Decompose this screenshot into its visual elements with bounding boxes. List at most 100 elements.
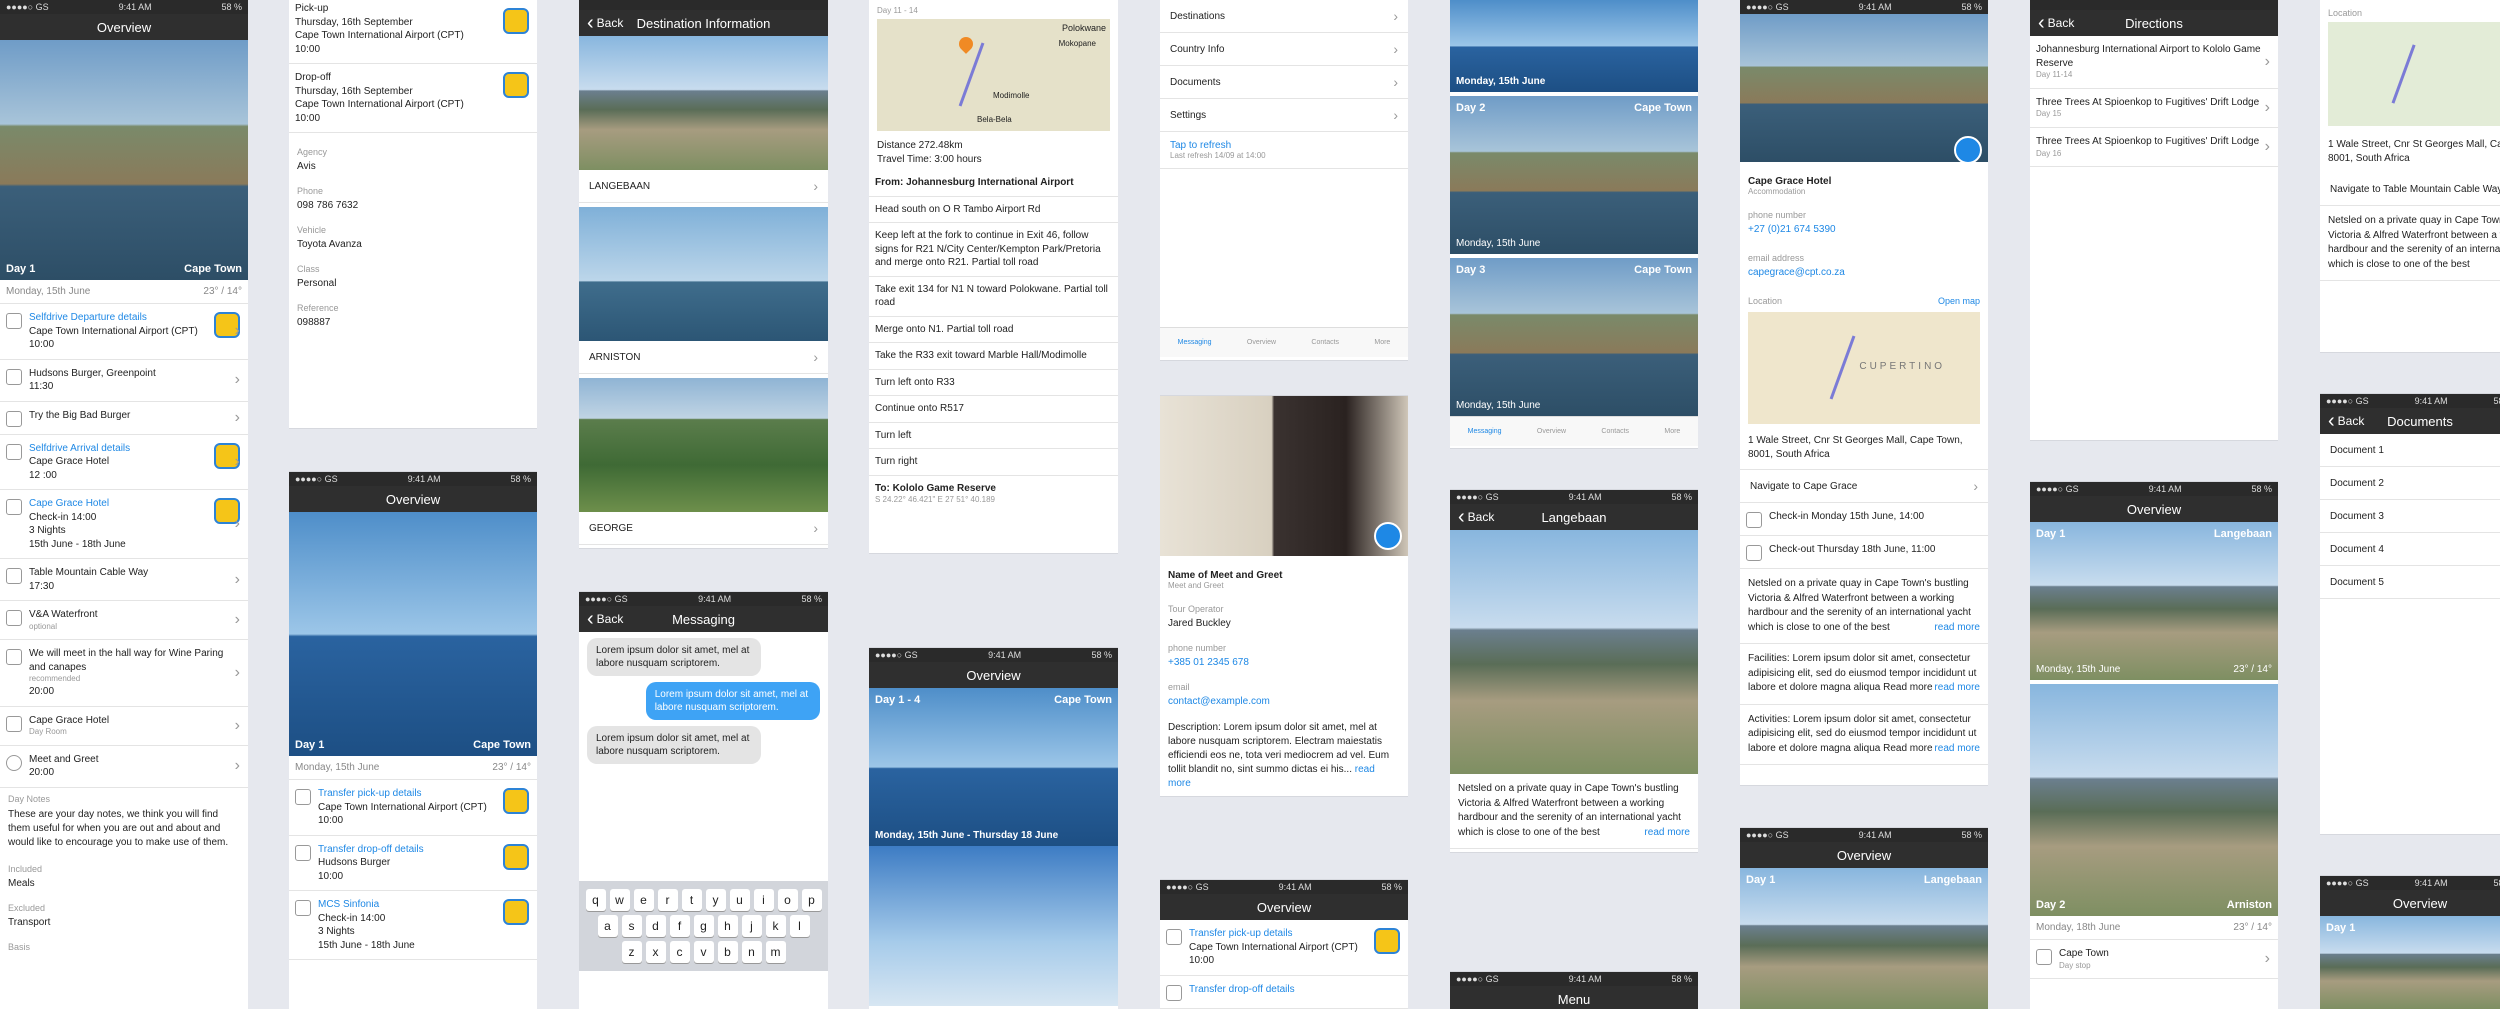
tab-messaging[interactable]: Messaging: [1468, 428, 1502, 435]
itinerary-row[interactable]: V&A Waterfront optional: [0, 601, 248, 641]
itinerary-row[interactable]: Selfdrive Departure details Cape Town Int…: [0, 304, 248, 360]
phone-value[interactable]: 098 786 7632: [297, 200, 529, 211]
itinerary-row[interactable]: Transfer drop-off details: [1160, 976, 1408, 1009]
keyboard-key[interactable]: d: [645, 915, 666, 937]
map-app-icon[interactable]: [503, 843, 529, 870]
keyboard-key[interactable]: c: [669, 941, 690, 963]
navigate-button[interactable]: Navigate to Cape Grace: [1740, 469, 1988, 503]
pickup-row[interactable]: Pick-up Thursday, 16th September Cape Town…: [289, 0, 537, 64]
keyboard-key[interactable]: p: [801, 889, 822, 911]
itinerary-row[interactable]: Selfdrive Arrival details Cape Grace Hote…: [0, 435, 248, 490]
map-app-icon[interactable]: [503, 72, 529, 98]
keyboard-key[interactable]: b: [717, 941, 738, 963]
email-value[interactable]: contact@example.com: [1168, 696, 1400, 707]
itinerary-row[interactable]: Cape Grace Hotel Day Room: [0, 707, 248, 746]
tab-contacts[interactable]: Contacts: [1311, 339, 1339, 346]
keyboard-key[interactable]: k: [765, 915, 786, 937]
tab-overview[interactable]: Overview: [1247, 339, 1276, 346]
map-app-icon[interactable]: [503, 8, 529, 34]
keyboard-key[interactable]: r: [657, 889, 678, 911]
keyboard-key[interactable]: f: [669, 915, 690, 937]
day-hero-image[interactable]: Day 1: [2320, 916, 2500, 1009]
back-button[interactable]: Back: [2328, 408, 2365, 434]
back-button[interactable]: Back: [2038, 10, 2075, 36]
day-hero-image[interactable]: Day 3 Cape Town Monday, 15th June: [1450, 258, 1698, 416]
itinerary-row[interactable]: Cape Grace Hotel Check-in 14:00 3 Nights 15…: [0, 490, 248, 559]
location-map[interactable]: [2328, 22, 2500, 126]
message-action-icon[interactable]: [1374, 522, 1402, 550]
destination-item[interactable]: ARNISTON: [579, 341, 828, 374]
map-app-icon[interactable]: [214, 498, 240, 524]
keyboard-key[interactable]: i: [753, 889, 774, 911]
day-hero-image[interactable]: Day 1 Cape Town: [0, 40, 248, 280]
itinerary-row[interactable]: We will meet in the hall way for Wine Pa…: [0, 640, 248, 707]
day-hero-image[interactable]: Day 1 Langebaan: [1740, 868, 1988, 1009]
map-app-icon[interactable]: [214, 442, 240, 469]
location-map[interactable]: CUPERTINO: [1748, 312, 1980, 424]
itinerary-row[interactable]: MCS Sinfonia Check-in 14:00 3 Nights 15th J…: [289, 891, 537, 960]
back-button[interactable]: Back: [587, 606, 624, 632]
day-hero-image[interactable]: Day 1 Cape Town: [289, 512, 537, 756]
keyboard-key[interactable]: u: [729, 889, 750, 911]
keyboard-key[interactable]: q: [585, 889, 606, 911]
phone-value[interactable]: +27 (0)21 674 5390: [1748, 224, 1980, 235]
map-app-icon[interactable]: [1374, 928, 1400, 954]
itinerary-row[interactable]: Try the Big Bad Burger: [0, 402, 248, 435]
tab-more[interactable]: More: [1664, 428, 1680, 435]
navigate-button[interactable]: Navigate to Table Mountain Cable Way: [2320, 173, 2500, 206]
direction-item[interactable]: Three Trees At Spioenkop to Fugitives' D…: [2030, 128, 2278, 168]
tab-contacts[interactable]: Contacts: [1601, 428, 1629, 435]
back-button[interactable]: Back: [587, 10, 624, 36]
day-hero-image[interactable]: Monday, 15th June: [1450, 0, 1698, 92]
menu-item-settings[interactable]: Settings: [1160, 99, 1408, 132]
map-app-icon[interactable]: [214, 312, 240, 338]
keyboard-key[interactable]: z: [621, 941, 642, 963]
keyboard-key[interactable]: h: [717, 915, 738, 937]
day-hero-image[interactable]: Day 2 Cape Town Monday, 15th June: [1450, 96, 1698, 254]
keyboard-key[interactable]: y: [705, 889, 726, 911]
day-hero-image[interactable]: [869, 846, 1118, 1006]
direction-item[interactable]: Three Trees At Spioenkop to Fugitives' D…: [2030, 89, 2278, 129]
open-map-link[interactable]: Open map: [1938, 296, 1980, 306]
dropoff-row[interactable]: Drop-off Thursday, 16th September Cape Tow…: [289, 64, 537, 133]
document-item[interactable]: Document 1: [2320, 434, 2500, 467]
map-app-icon[interactable]: [503, 788, 529, 814]
route-map[interactable]: Polokwane Mokopane Modimolle Bela-Bela: [877, 19, 1110, 131]
keyboard-key[interactable]: w: [609, 889, 630, 911]
destination-item[interactable]: LANGEBAAN: [579, 170, 828, 203]
tab-overview[interactable]: Overview: [1537, 428, 1566, 435]
phone-value[interactable]: +385 01 2345 678: [1168, 657, 1400, 668]
keyboard-key[interactable]: g: [693, 915, 714, 937]
itinerary-row[interactable]: Hudsons Burger, Greenpoint 11:30: [0, 360, 248, 402]
tab-messaging[interactable]: Messaging: [1178, 339, 1212, 346]
day-hero-image[interactable]: Day 2 Arniston: [2030, 684, 2278, 916]
itinerary-row[interactable]: Transfer drop-off details Hudsons Burger 1…: [289, 836, 537, 891]
keyboard-key[interactable]: m: [765, 941, 786, 963]
destination-image[interactable]: [579, 36, 828, 170]
itinerary-row[interactable]: Cape Town Day stop: [2030, 940, 2278, 980]
keyboard-key[interactable]: x: [645, 941, 666, 963]
keyboard-key[interactable]: e: [633, 889, 654, 911]
document-item[interactable]: Document 4: [2320, 533, 2500, 566]
destination-item[interactable]: GEORGE: [579, 512, 828, 545]
direction-item[interactable]: Johannesburg International Airport to Ko…: [2030, 36, 2278, 89]
itinerary-row[interactable]: Transfer pick-up details Cape Town Intern…: [1160, 920, 1408, 976]
itinerary-row[interactable]: Table Mountain Cable Way 17:30: [0, 559, 248, 601]
keyboard-key[interactable]: l: [789, 915, 810, 937]
read-more-link[interactable]: read more: [1934, 681, 1980, 696]
read-more-link[interactable]: read more: [1934, 621, 1980, 636]
document-item[interactable]: Document 3: [2320, 500, 2500, 533]
destination-image[interactable]: [579, 378, 828, 512]
email-value[interactable]: capegrace@cpt.co.za: [1748, 267, 1980, 278]
itinerary-row[interactable]: Transfer pick-up details Cape Town Intern…: [289, 780, 537, 836]
keyboard-key[interactable]: s: [621, 915, 642, 937]
document-item[interactable]: Document 2: [2320, 467, 2500, 500]
itinerary-row[interactable]: Meet and Greet 20:00: [0, 746, 248, 788]
keyboard-key[interactable]: v: [693, 941, 714, 963]
day-hero-image[interactable]: Day 1 Langebaan Monday, 15th June 23° / 14°: [2030, 522, 2278, 680]
keyboard-key[interactable]: j: [741, 915, 762, 937]
destination-image[interactable]: [579, 207, 828, 341]
day-hero-image[interactable]: Day 1 - 4 Cape Town Monday, 15th June - Th…: [869, 688, 1118, 846]
message-action-icon[interactable]: [1954, 136, 1982, 162]
read-more-link[interactable]: read more: [1934, 742, 1980, 757]
